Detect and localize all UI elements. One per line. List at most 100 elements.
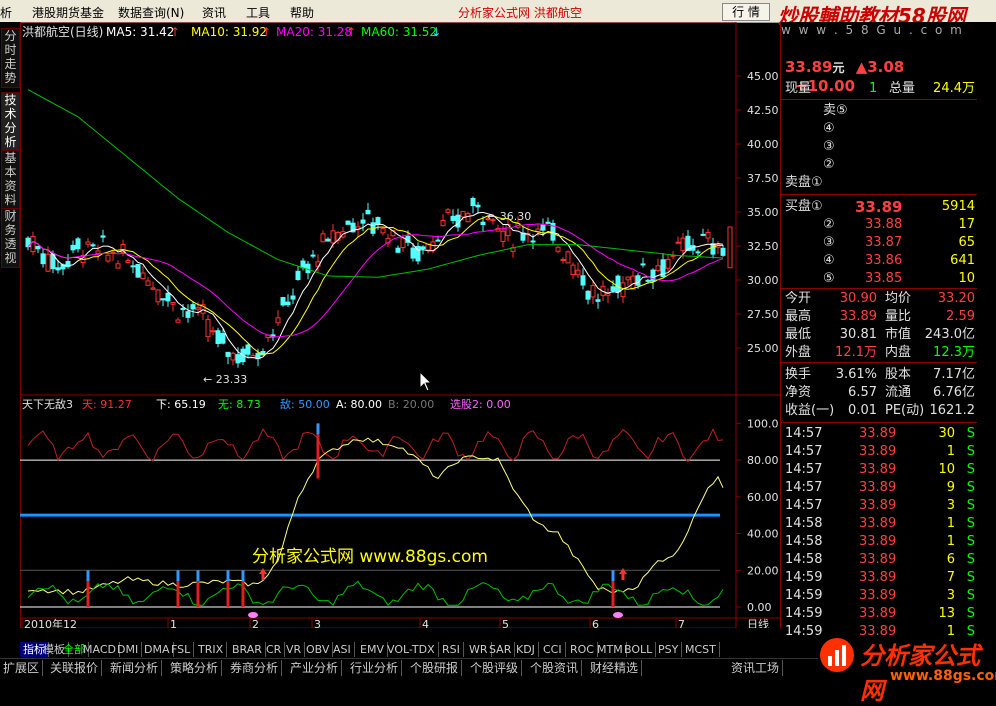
candle-body: [395, 247, 401, 253]
up-arrow-icon: [619, 567, 627, 580]
indicator-tab[interactable]: VOL-TDX: [384, 642, 439, 657]
left-tab-bar: 分时走势技术分析 基本资料 财务透视: [0, 22, 21, 628]
indicator-tab[interactable]: KDJ: [513, 642, 539, 657]
indicator-tab[interactable]: PSY: [655, 642, 683, 657]
indicator-tab[interactable]: BRAR: [229, 642, 266, 657]
news-workshop-tab[interactable]: 资讯工场: [728, 660, 784, 676]
candle-body: [140, 272, 146, 280]
chart-area[interactable]: 洪都航空(日线) MA5: 31.42 ↑ MA10: 31.92 ↑ MA20: 31.…: [20, 22, 780, 628]
candle-body: [555, 246, 561, 252]
candle-body: [280, 297, 286, 306]
candle-body: [290, 295, 296, 300]
function-tab[interactable]: 个股研报: [407, 660, 463, 676]
candle-body: [295, 270, 301, 281]
indicator-tick: 40.00: [747, 528, 779, 541]
mouse-cursor-icon: [419, 370, 433, 392]
indicator-tab[interactable]: BOLL: [621, 642, 657, 657]
candle-body: [375, 217, 381, 225]
function-tab[interactable]: 策略分析: [167, 660, 223, 676]
candle-body: [330, 230, 336, 244]
candle-body: [605, 292, 611, 296]
candle-body: [365, 209, 371, 215]
candle-body: [230, 352, 236, 361]
high-label: ← 36.30: [487, 210, 531, 223]
candle-body: [560, 258, 566, 261]
time-label: 1: [170, 618, 177, 628]
function-tab[interactable]: 个股评级: [467, 660, 523, 676]
kline-chart[interactable]: 洪都航空(日线) MA5: 31.42↑ MA10: 31.92↑ MA20: 31.…: [20, 22, 780, 628]
ma-label: MA5: 31.42: [106, 25, 174, 39]
candle-body: [480, 221, 486, 226]
tick-row: 14:58 33.89 1 S: [785, 534, 975, 549]
indicator-tab[interactable]: MCST: [682, 642, 720, 657]
indicator-label: 下: 65.19: [156, 398, 206, 411]
candle-body: [590, 285, 596, 298]
time-label: 5: [502, 618, 509, 628]
candle-body: [410, 247, 416, 259]
candle-body: [345, 220, 351, 225]
indicator-watermark: 分析家公式网 www.88gs.com: [252, 547, 488, 567]
stat-row: 最高 33.89 量比 2.59: [785, 309, 975, 324]
menu-item[interactable]: 资讯: [202, 4, 226, 21]
indicator-tab[interactable]: CCI: [540, 642, 566, 657]
tick-row: 14:58 33.89 1 S: [785, 516, 975, 531]
stat-row: 收益(一) 0.01 PE(动) 1621.2: [785, 403, 975, 418]
indicator-tab[interactable]: DMI: [114, 642, 143, 657]
volume-row: 现量 1 总量 24.4万: [785, 81, 975, 96]
candle-body: [125, 259, 131, 263]
candle-body: [75, 238, 81, 250]
candle-body: [625, 276, 631, 281]
function-tab[interactable]: 个股资讯: [527, 660, 583, 676]
menu-item[interactable]: 数据查询(N): [118, 4, 184, 21]
function-tab[interactable]: 券商分析: [227, 660, 283, 676]
function-tab[interactable]: 产业分析: [287, 660, 343, 676]
candle-body: [680, 237, 686, 252]
left-tab[interactable]: 分时走势: [1, 28, 20, 88]
indicator-tab[interactable]: SAR: [486, 642, 516, 657]
arrow-icon: ↑: [261, 25, 271, 39]
left-tab[interactable]: 基本资料: [1, 150, 20, 210]
menu-item[interactable]: 工具: [246, 4, 270, 21]
signal-bar: [176, 581, 180, 607]
candle-body: [45, 253, 51, 272]
signal-bar: [316, 423, 320, 435]
menu-item[interactable]: 析: [0, 4, 12, 21]
indicator-tab[interactable]: VR: [283, 642, 306, 657]
candle-body: [420, 246, 426, 250]
indicator-tick: 0.00: [747, 601, 772, 614]
candle-body: [320, 233, 326, 243]
menu-item[interactable]: 港股期货基金: [32, 4, 104, 21]
indicator-tab[interactable]: ASI: [330, 642, 355, 657]
menu-item[interactable]: 帮助: [290, 4, 314, 21]
ma-label: MA20: 31.28: [276, 25, 352, 39]
logo-icon: [820, 638, 854, 672]
function-tab[interactable]: 关联报价: [47, 660, 103, 676]
buy-level: ③ 33.87 65: [823, 235, 975, 250]
tick-row: 14:58 33.89 6 S: [785, 552, 975, 567]
indicator-tab[interactable]: RSI: [439, 642, 464, 657]
candle-body: [145, 280, 151, 286]
buy-level: 买盘① 33.89 5914: [785, 198, 975, 216]
candle-body: [475, 204, 481, 208]
function-tab[interactable]: 扩展区: [0, 660, 44, 676]
function-tab[interactable]: 行业分析: [347, 660, 403, 676]
indicator-tab[interactable]: TRIX: [195, 642, 228, 657]
candle-body: [305, 263, 311, 274]
indicator-tab[interactable]: OBV: [303, 642, 334, 657]
candle-body: [130, 265, 136, 268]
candle-body: [705, 231, 711, 239]
candle-body: [695, 251, 701, 254]
left-tab[interactable]: 技术分析: [1, 92, 20, 152]
tick-row: 14:59 33.89 13 S: [785, 606, 975, 621]
indicator-tab[interactable]: FSL: [168, 642, 195, 657]
indicator-tab[interactable]: CR: [263, 642, 286, 657]
tick-row: 14:57 33.89 10 S: [785, 462, 975, 477]
ma-label: MA60: 31.52: [361, 25, 437, 39]
candle-body: [55, 267, 61, 271]
quote-button[interactable]: 行 情: [722, 3, 770, 21]
candle-body: [610, 286, 616, 292]
left-tab[interactable]: 财务透视: [1, 208, 20, 268]
candle-body: [655, 265, 661, 272]
function-tab[interactable]: 财经精选: [587, 660, 643, 676]
function-tab[interactable]: 新闻分析: [107, 660, 163, 676]
